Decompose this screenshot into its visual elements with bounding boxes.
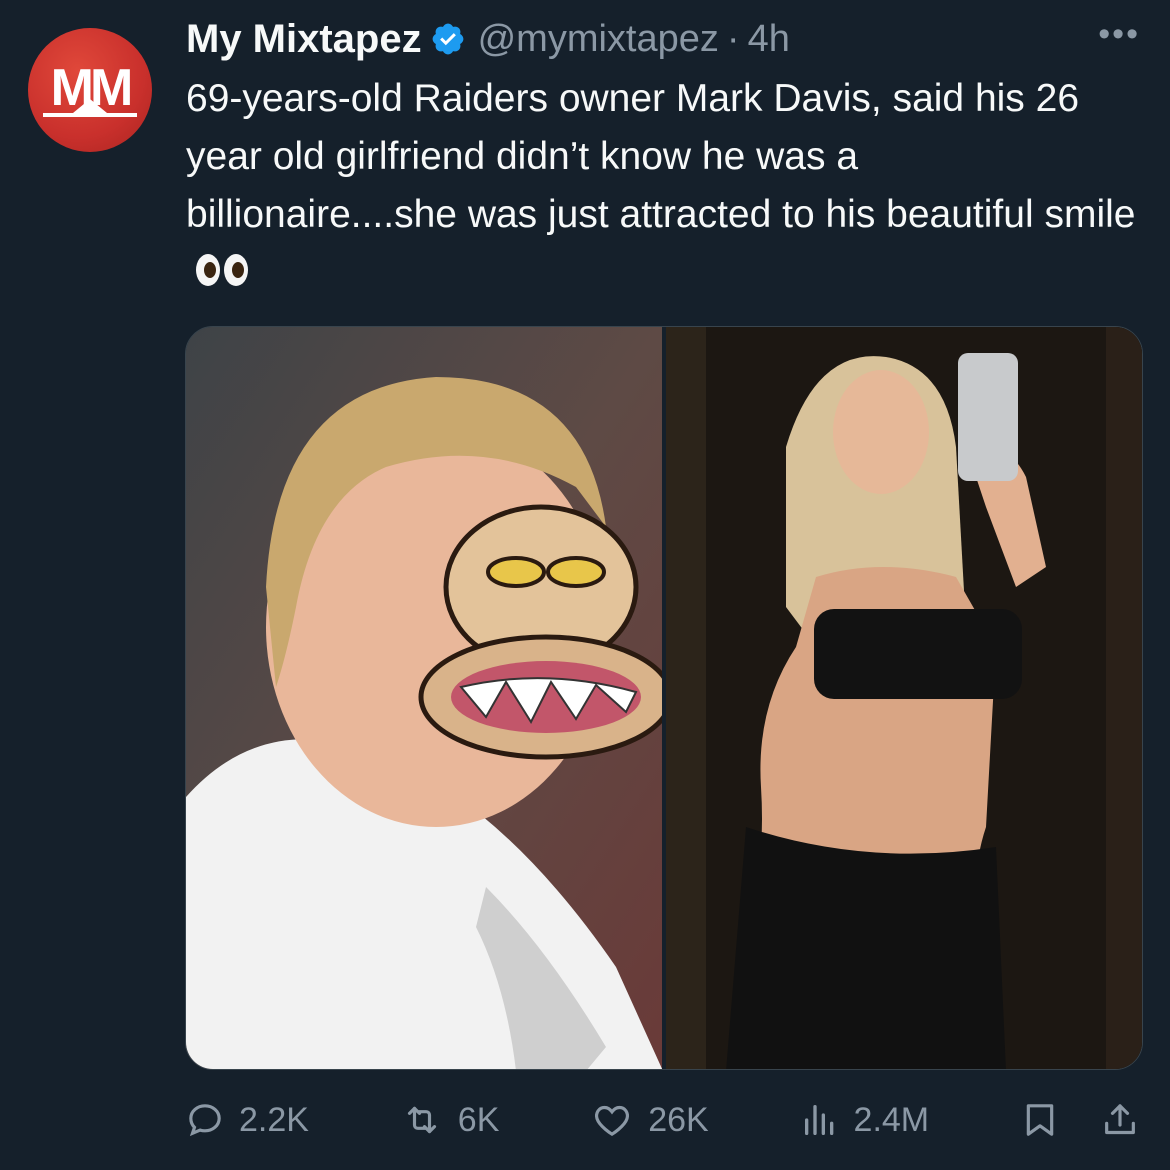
man-with-cartoon-face-image — [186, 327, 662, 1069]
verified-badge-icon[interactable] — [430, 21, 466, 57]
share-icon[interactable] — [1100, 1098, 1140, 1142]
repost-count: 6K — [457, 1100, 500, 1139]
tweet[interactable]: MM My Mixtapez @mymixtapez · 4h ••• 69-y… — [0, 0, 1170, 1170]
reply-count: 2.2K — [239, 1100, 309, 1139]
repost-icon — [407, 1106, 436, 1134]
handle[interactable]: @mymixtapez — [478, 18, 719, 61]
like-button[interactable]: 26K — [590, 1100, 709, 1140]
eyes-emoji-icon — [194, 248, 250, 306]
tweet-text: 69-years-old Raiders owner Mark Davis, s… — [186, 70, 1136, 306]
media-photo-right[interactable] — [662, 327, 1142, 1069]
tweet-media[interactable] — [185, 326, 1143, 1070]
heart-icon — [595, 1105, 630, 1137]
reply-icon — [189, 1104, 221, 1137]
bookmark-icon[interactable] — [1020, 1098, 1060, 1142]
mymixtapez-logo: MM — [43, 59, 137, 117]
reply-button[interactable]: 2.2K — [185, 1100, 309, 1140]
like-count: 26K — [648, 1100, 709, 1139]
display-name[interactable]: My Mixtapez — [186, 17, 422, 62]
media-photo-left[interactable] — [186, 327, 662, 1069]
tweet-actions: 2.2K 6K 26K 2.4M — [185, 1090, 1140, 1150]
more-options-icon[interactable]: ••• — [1098, 17, 1140, 51]
woman-mirror-selfie-image — [666, 327, 1142, 1069]
avatar[interactable]: MM — [28, 28, 152, 152]
secondary-actions — [1020, 1098, 1140, 1142]
timestamp[interactable]: 4h — [748, 18, 790, 61]
views-chart-icon — [804, 1105, 833, 1135]
repost-button[interactable]: 6K — [400, 1100, 500, 1140]
tweet-text-body: 69-years-old Raiders owner Mark Davis, s… — [186, 77, 1136, 236]
views-count: 2.4M — [853, 1100, 930, 1139]
tweet-header: My Mixtapez @mymixtapez · 4h ••• — [186, 14, 1140, 64]
separator: · — [726, 17, 740, 60]
views-button[interactable]: 2.4M — [800, 1100, 930, 1140]
